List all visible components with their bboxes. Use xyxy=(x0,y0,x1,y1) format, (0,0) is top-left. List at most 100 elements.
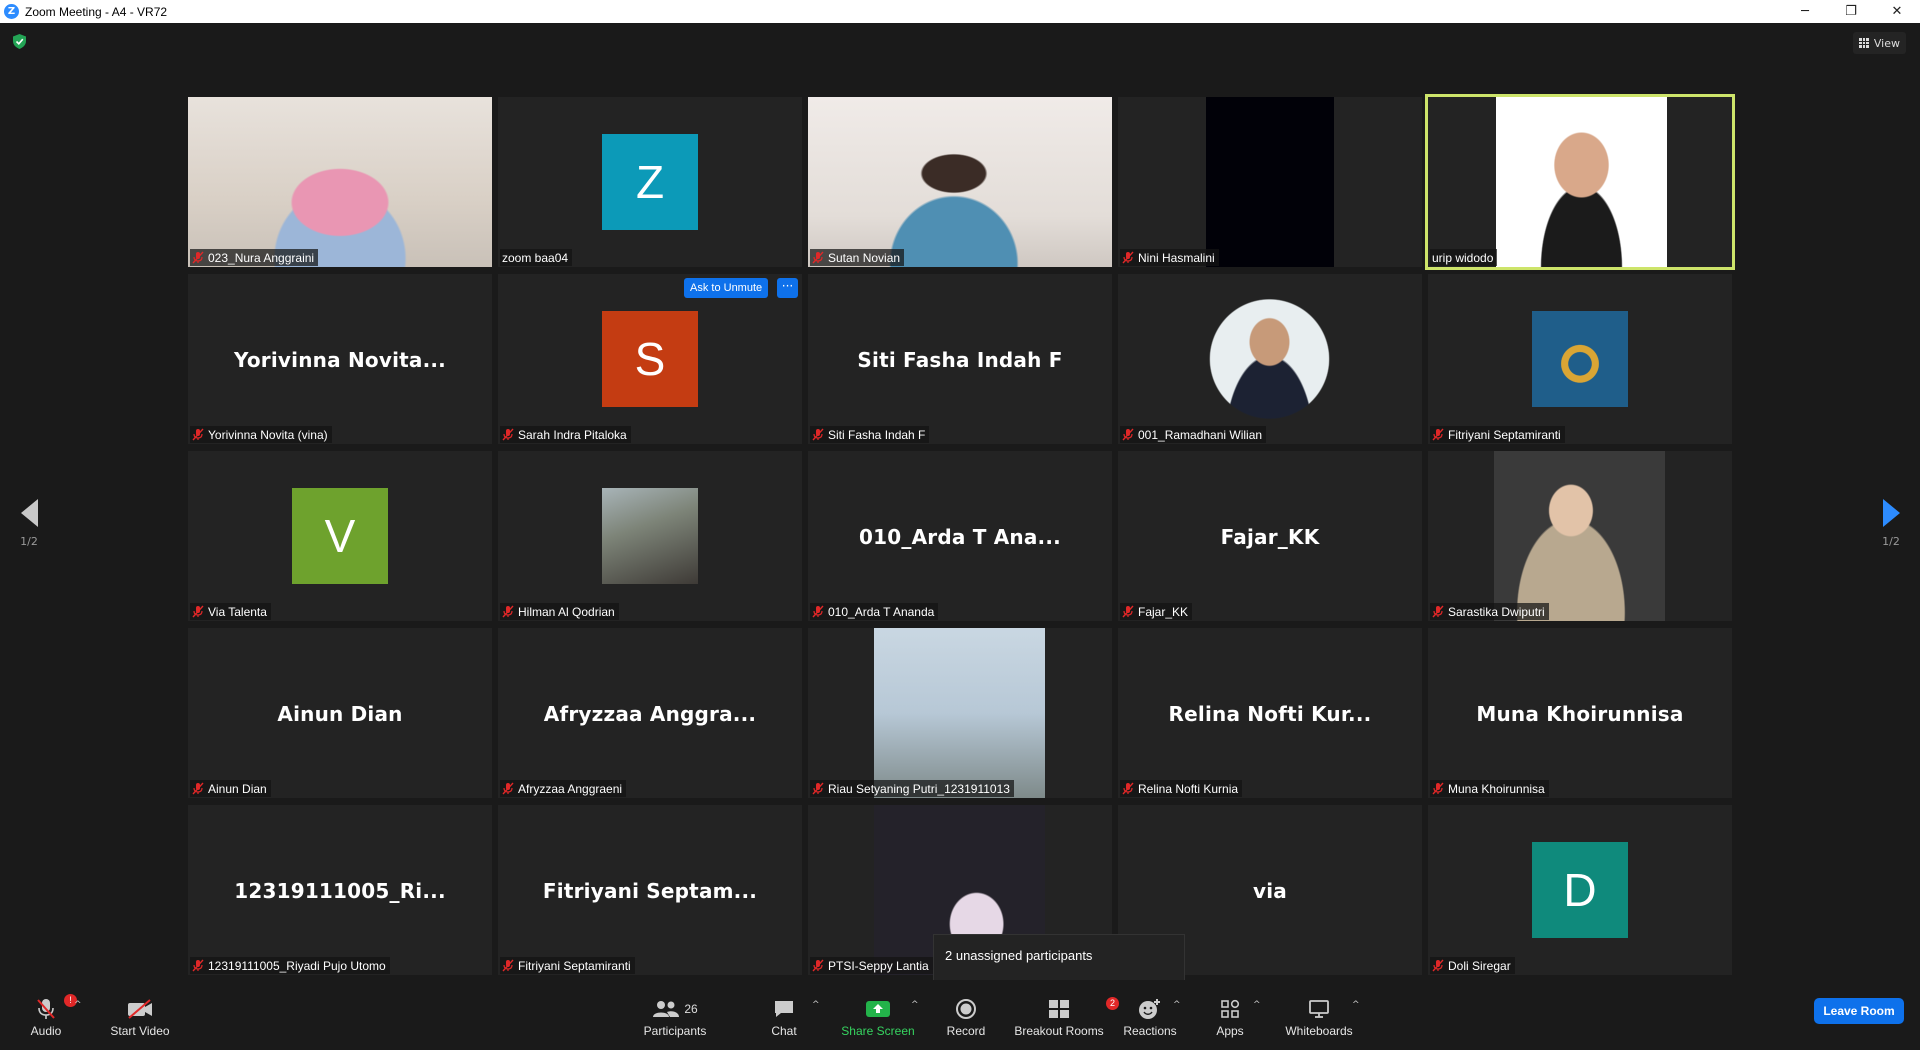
participant-display-name: Yorivinna Novita... xyxy=(234,348,446,372)
participant-name-label: Yorivinna Novita (vina) xyxy=(190,426,332,443)
restore-button[interactable]: ❐ xyxy=(1828,0,1874,23)
microphone-muted-icon xyxy=(812,959,824,972)
participant-tile[interactable]: Sarastika Dwiputri xyxy=(1428,451,1732,621)
participant-name-label: 12319111005_Riyadi Pujo Utomo xyxy=(190,957,390,974)
participant-name-label: Via Talenta xyxy=(190,603,271,620)
encryption-shield-icon[interactable] xyxy=(13,34,26,49)
whiteboards-icon-wrap xyxy=(1308,994,1330,1024)
participant-name: Via Talenta xyxy=(208,604,267,619)
share-icon-wrap xyxy=(865,994,891,1024)
arrow-right-icon xyxy=(1882,499,1900,527)
participant-tile[interactable]: Ainun Dian Ainun Dian xyxy=(188,628,492,798)
microphone-muted-icon xyxy=(192,251,204,264)
participant-name-label: Doli Siregar xyxy=(1430,957,1515,974)
arrow-left-icon xyxy=(20,499,38,527)
view-button[interactable]: View xyxy=(1852,32,1906,54)
participant-display-name: 12319111005_Ri... xyxy=(234,879,446,903)
close-button[interactable]: ✕ xyxy=(1874,0,1920,23)
participant-tile[interactable]: Muna Khoirunnisa Muna Khoirunnisa xyxy=(1428,628,1732,798)
participant-tile[interactable]: urip widodo xyxy=(1425,94,1735,270)
participant-name: PTSI-Seppy Lantia xyxy=(828,958,929,973)
microphone-muted-icon xyxy=(502,605,514,618)
leave-room-button[interactable]: Leave Room xyxy=(1814,998,1904,1024)
participant-name: 010_Arda T Ananda xyxy=(828,604,935,619)
reactions-icon xyxy=(1139,999,1160,1019)
participant-tile[interactable]: 023_Nura Anggraini xyxy=(188,97,492,267)
next-page-button[interactable]: 1/2 xyxy=(1876,499,1906,548)
more-options-button[interactable]: ··· xyxy=(777,278,798,298)
audio-label: Audio xyxy=(30,1024,62,1038)
participant-tile[interactable]: 12319111005_Ri... 12319111005_Riyadi Pujo… xyxy=(188,805,492,975)
participant-name: Ainun Dian xyxy=(208,781,267,796)
participant-tile[interactable]: 001_Ramadhani Wilian xyxy=(1118,274,1422,444)
microphone-muted-icon xyxy=(192,428,204,441)
participant-name: 001_Ramadhani Wilian xyxy=(1138,427,1263,442)
participant-name-label: Sarah Indra Pitaloka xyxy=(500,426,631,443)
breakout-rooms-badge: 2 xyxy=(1106,997,1119,1010)
whiteboards-options-caret-icon[interactable]: ^ xyxy=(1352,1000,1360,1010)
participant-tile[interactable]: Afryzzaa Anggra... Afryzzaa Anggraeni xyxy=(498,628,802,798)
window-controls: ─ ❐ ✕ xyxy=(1782,0,1920,23)
participant-tile[interactable]: Relina Nofti Kur... Relina Nofti Kurnia xyxy=(1118,628,1422,798)
ask-to-unmute-button[interactable]: Ask to Unmute xyxy=(684,278,769,298)
participant-name-label: Afryzzaa Anggraeni xyxy=(500,780,627,797)
participant-video xyxy=(188,97,492,267)
apps-button[interactable]: Apps xyxy=(1212,984,1248,1044)
chat-options-caret-icon[interactable]: ^ xyxy=(812,1000,820,1010)
participant-name: Hilman Al Qodrian xyxy=(518,604,615,619)
audio-button[interactable]: ! Audio xyxy=(20,984,77,1044)
participants-button[interactable]: 26 Participants xyxy=(640,984,710,1044)
apps-label: Apps xyxy=(1216,1024,1244,1038)
record-button[interactable]: Record xyxy=(944,984,988,1044)
participant-tile[interactable]: Sutan Novian xyxy=(808,97,1112,267)
chat-button[interactable]: Chat xyxy=(765,984,803,1044)
participant-display-name: Relina Nofti Kur... xyxy=(1168,702,1372,726)
chat-icon xyxy=(775,1001,793,1017)
participant-tile[interactable]: Zzoom baa04 xyxy=(498,97,802,267)
audio-options-caret-icon[interactable]: ^ xyxy=(74,1000,82,1010)
participant-name-label: Muna Khoirunnisa xyxy=(1430,780,1549,797)
audio-icon-wrap: ! xyxy=(36,994,77,1024)
previous-page-button[interactable]: 1/2 xyxy=(14,499,44,548)
participants-count: 26 xyxy=(684,1002,698,1016)
participant-tile[interactable]: V Via Talenta xyxy=(188,451,492,621)
reactions-options-caret-icon[interactable]: ^ xyxy=(1173,1000,1181,1010)
microphone-muted-icon xyxy=(502,428,514,441)
participant-video xyxy=(1184,274,1355,444)
participant-name-label: Ainun Dian xyxy=(190,780,271,797)
participant-tile[interactable]: Fajar_KK Fajar_KK xyxy=(1118,451,1422,621)
participant-video xyxy=(1206,97,1334,267)
microphone-muted-icon xyxy=(192,782,204,795)
apps-options-caret-icon[interactable]: ^ xyxy=(1253,1000,1261,1010)
microphone-muted-icon xyxy=(502,782,514,795)
video-icon-wrap xyxy=(126,994,154,1024)
participant-tile[interactable]: Yorivinna Novita... Yorivinna Novita (vin… xyxy=(188,274,492,444)
participant-tile[interactable]: Riau Setyaning Putri_1231911013 xyxy=(808,628,1112,798)
apps-icon-wrap xyxy=(1220,994,1240,1024)
participant-tile[interactable]: D Doli Siregar xyxy=(1428,805,1732,975)
participant-tile[interactable]: Hilman Al Qodrian xyxy=(498,451,802,621)
zoom-logo-icon: Z xyxy=(4,4,19,19)
participant-tile[interactable]: Fitriyani Septamiranti xyxy=(1428,274,1732,444)
participant-name-label: Fitriyani Septamiranti xyxy=(500,957,635,974)
microphone-muted-icon xyxy=(1432,605,1444,618)
share-screen-label: Share Screen xyxy=(841,1024,915,1038)
participant-tile[interactable]: Siti Fasha Indah F Siti Fasha Indah F xyxy=(808,274,1112,444)
whiteboards-label: Whiteboards xyxy=(1285,1024,1353,1038)
whiteboard-icon xyxy=(1309,1000,1329,1018)
participant-avatar: V xyxy=(292,488,388,584)
share-options-caret-icon[interactable]: ^ xyxy=(911,1000,919,1010)
participant-tile[interactable]: Fitriyani Septam... Fitriyani Septamirant… xyxy=(498,805,802,975)
participant-tile[interactable]: 010_Arda T Ana... 010_Arda T Ananda xyxy=(808,451,1112,621)
share-screen-button[interactable]: Share Screen xyxy=(840,984,916,1044)
whiteboards-button[interactable]: Whiteboards xyxy=(1282,984,1356,1044)
participant-video xyxy=(602,488,698,584)
minimize-button[interactable]: ─ xyxy=(1782,0,1828,23)
participant-avatar: S xyxy=(602,311,698,407)
breakout-rooms-button[interactable]: 2 Breakout Rooms xyxy=(1012,984,1119,1044)
participant-tile[interactable]: Nini Hasmalini xyxy=(1118,97,1422,267)
start-video-button[interactable]: Start Video xyxy=(104,984,176,1044)
reactions-button[interactable]: Reactions xyxy=(1122,984,1178,1044)
participant-tile[interactable]: S Sarah Indra Pitaloka xyxy=(498,274,802,444)
participant-name-label: urip widodo xyxy=(1430,249,1498,266)
